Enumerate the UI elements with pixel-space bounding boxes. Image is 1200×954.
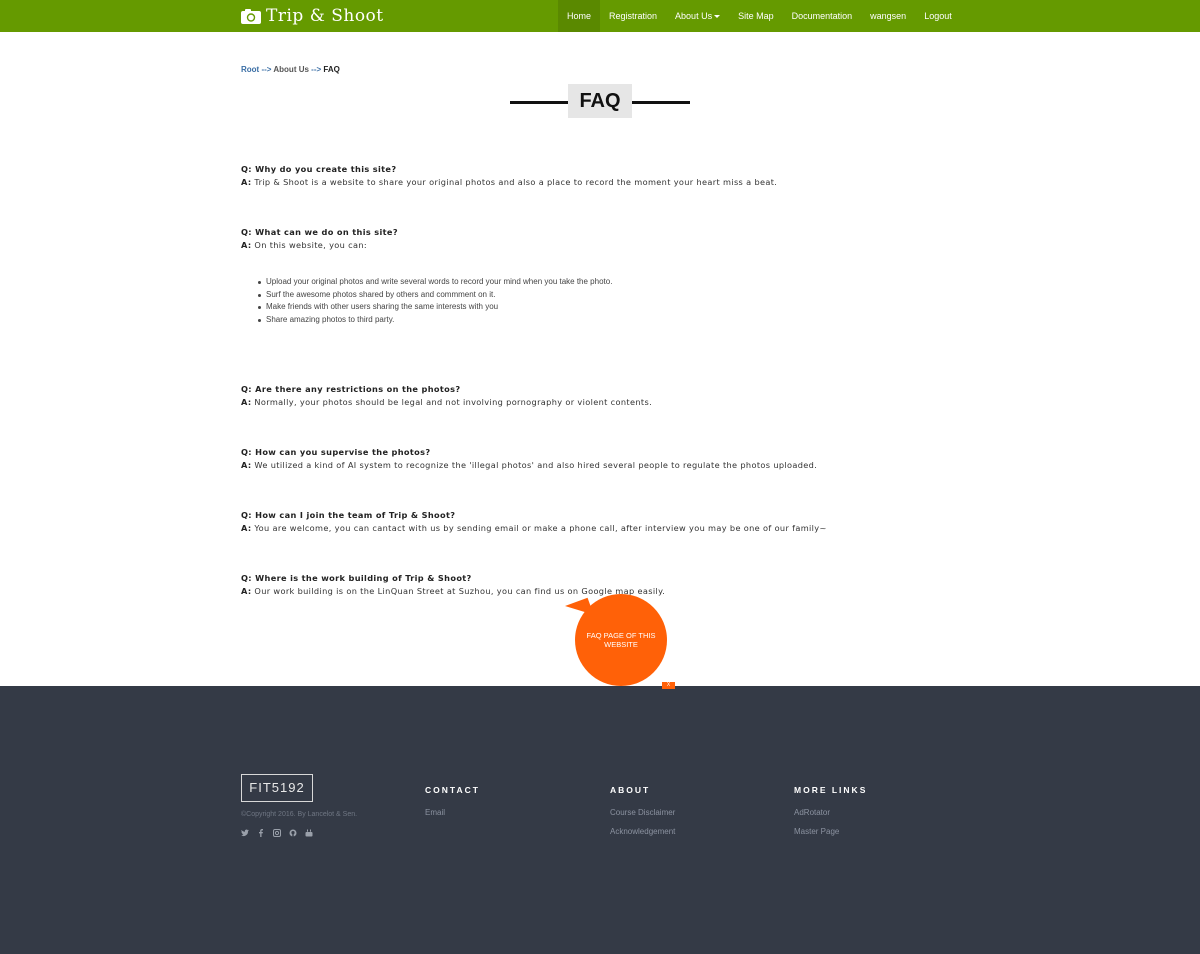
nav-site-map[interactable]: Site Map xyxy=(729,0,783,32)
answer-label: A: xyxy=(241,397,252,407)
footer-link-adrotator[interactable]: AdRotator xyxy=(794,808,867,817)
nav-about-us-dropdown[interactable]: About Us xyxy=(666,0,729,32)
youtube-icon[interactable] xyxy=(305,829,313,838)
faq-item: Q: Why do you create this site? A: Trip … xyxy=(241,163,777,189)
faq-question: Q: Are there any restrictions on the pho… xyxy=(241,384,461,394)
answer-label: A: xyxy=(241,177,252,187)
nav-logout[interactable]: Logout xyxy=(915,0,961,32)
footer-more-links-title: MORE LINKS xyxy=(794,785,868,795)
faq-item: Q: How can you supervise the photos? A: … xyxy=(241,446,817,472)
footer-link-course-disclaimer[interactable]: Course Disclaimer xyxy=(610,808,675,817)
footer-link-acknowledgement[interactable]: Acknowledgement xyxy=(610,827,675,836)
caret-down-icon xyxy=(714,15,721,19)
breadcrumb-current: FAQ xyxy=(323,65,340,74)
promo-bubble[interactable]: FAQ PAGE OF THIS WEBSITE xyxy=(575,594,667,686)
footer-about-title: ABOUT xyxy=(610,785,651,795)
faq-question: Q: Why do you create this site? xyxy=(241,164,397,174)
twitter-icon[interactable] xyxy=(241,829,249,838)
footer: FIT5192 ©Copyright 2016. By Lancelot & S… xyxy=(0,686,1200,954)
social-links xyxy=(241,829,313,838)
brand-name: Trip & Shoot xyxy=(266,6,384,26)
nav-home[interactable]: Home xyxy=(558,0,601,32)
footer-link-email[interactable]: Email xyxy=(425,808,480,817)
answer-text: On this website, you can: xyxy=(251,240,367,250)
faq-answer: A: On this website, you can: xyxy=(241,239,398,252)
breadcrumb-about-us[interactable]: About Us xyxy=(273,65,309,74)
footer-link-master-page[interactable]: Master Page xyxy=(794,827,867,836)
list-item: Make friends with other users sharing th… xyxy=(258,301,612,314)
answer-label: A: xyxy=(241,240,252,250)
page-title: FAQ xyxy=(568,84,632,118)
title-divider-right xyxy=(632,101,690,104)
main-nav: Home Registration About Us Site Map Docu… xyxy=(558,0,961,32)
faq-item: Q: What can we do on this site? A: On th… xyxy=(241,226,398,252)
faq-answer: A: Our work building is on the LinQuan S… xyxy=(241,585,665,598)
copyright-text: ©Copyright 2016. By Lancelot & Sen. xyxy=(241,811,358,818)
footer-contact-title: CONTACT xyxy=(425,785,480,795)
breadcrumb-separator: --> xyxy=(308,65,324,74)
nav-about-us-label: About Us xyxy=(675,11,713,21)
faq-question: Q: How can you supervise the photos? xyxy=(241,447,431,457)
faq-question: Q: Where is the work building of Trip & … xyxy=(241,573,472,583)
faq-answer: A: Trip & Shoot is a website to share yo… xyxy=(241,176,777,189)
features-list: Upload your original photos and write se… xyxy=(258,276,612,327)
footer-about-column: ABOUT Course Disclaimer Acknowledgement xyxy=(610,785,675,836)
bubble-close-button[interactable]: X xyxy=(662,682,675,689)
nav-documentation[interactable]: Documentation xyxy=(783,0,862,32)
page-title-block: FAQ xyxy=(510,84,690,118)
answer-label: A: xyxy=(241,523,252,533)
nav-registration[interactable]: Registration xyxy=(600,0,666,32)
faq-item: Q: Are there any restrictions on the pho… xyxy=(241,383,652,409)
footer-logo[interactable]: FIT5192 xyxy=(241,774,313,802)
breadcrumb-root[interactable]: Root xyxy=(241,65,259,74)
faq-item: Q: Where is the work building of Trip & … xyxy=(241,572,665,598)
faq-answer: A: Normally, your photos should be legal… xyxy=(241,396,652,409)
instagram-icon[interactable] xyxy=(273,829,281,838)
list-item: Upload your original photos and write se… xyxy=(258,276,612,289)
github-icon[interactable] xyxy=(289,829,297,838)
faq-answer: A: We utilized a kind of AI system to re… xyxy=(241,459,817,472)
answer-text: Trip & Shoot is a website to share your … xyxy=(251,177,778,187)
answer-text: Normally, your photos should be legal an… xyxy=(251,397,653,407)
footer-contact-column: CONTACT Email xyxy=(425,785,480,817)
facebook-icon[interactable] xyxy=(257,829,265,838)
brand-logo[interactable]: Trip & Shoot xyxy=(240,4,384,28)
nav-user[interactable]: wangsen xyxy=(861,0,915,32)
list-item: Surf the awesome photos shared by others… xyxy=(258,289,612,302)
faq-item: Q: How can I join the team of Trip & Sho… xyxy=(241,509,827,535)
answer-text: You are welcome, you can cantact with us… xyxy=(251,523,827,533)
list-item: Share amazing photos to third party. xyxy=(258,314,612,327)
top-navbar: Trip & Shoot Home Registration About Us … xyxy=(0,0,1200,32)
footer-more-links-column: MORE LINKS AdRotator Master Page xyxy=(794,785,867,836)
promo-bubble-text: FAQ PAGE OF THIS WEBSITE xyxy=(586,631,656,649)
faq-question: Q: How can I join the team of Trip & Sho… xyxy=(241,510,456,520)
answer-label: A: xyxy=(241,586,252,596)
breadcrumb: Root --> About Us --> FAQ xyxy=(241,65,340,74)
camera-icon xyxy=(240,8,262,25)
breadcrumb-separator: --> xyxy=(259,65,274,74)
answer-text: We utilized a kind of AI system to recog… xyxy=(251,460,818,470)
faq-answer: A: You are welcome, you can cantact with… xyxy=(241,522,827,535)
answer-label: A: xyxy=(241,460,252,470)
title-divider-left xyxy=(510,101,568,104)
answer-text: Our work building is on the LinQuan Stre… xyxy=(251,586,666,596)
faq-question: Q: What can we do on this site? xyxy=(241,227,398,237)
